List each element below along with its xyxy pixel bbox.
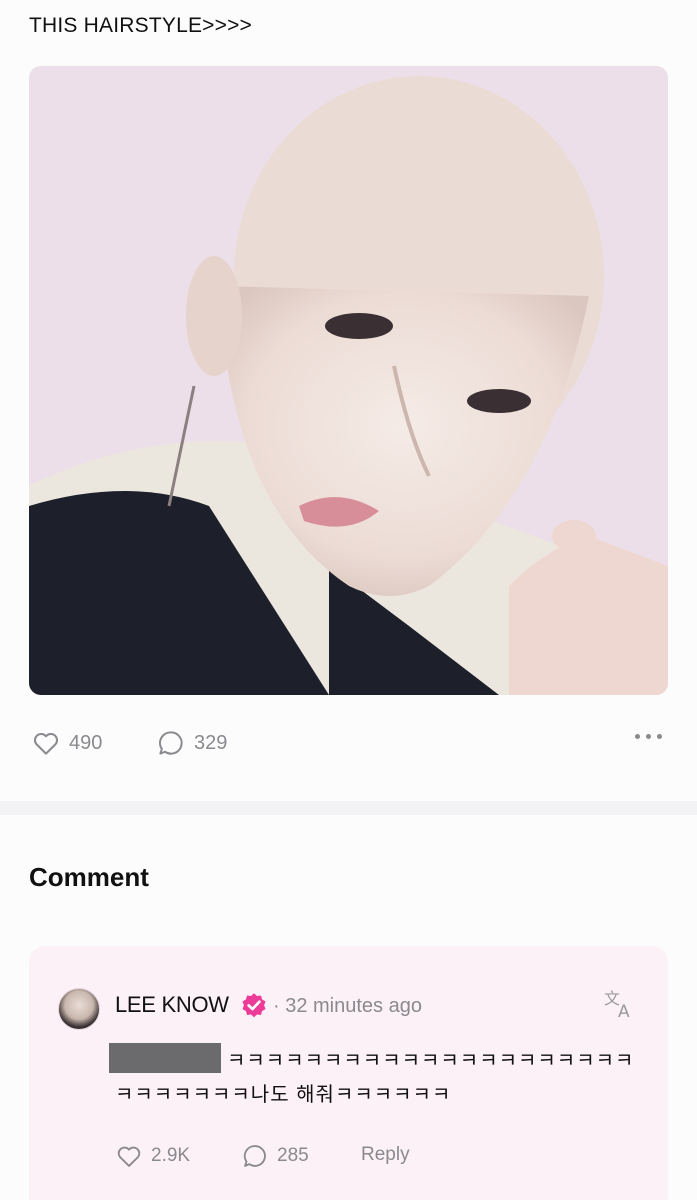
comment-reply-count: 285 [277, 1145, 309, 1166]
section-divider [0, 801, 697, 815]
speech-bubble-icon [159, 731, 183, 755]
post-comment-count: 329 [194, 731, 228, 754]
more-options-icon[interactable] [635, 734, 662, 739]
comment-replies-button[interactable]: 285 [241, 1142, 309, 1170]
post-photo [29, 66, 668, 695]
svg-text:A: A [618, 1002, 630, 1022]
translate-icon[interactable]: 文 A [602, 986, 638, 1022]
redacted-mention [109, 1043, 221, 1073]
reply-button[interactable]: Reply [361, 1144, 410, 1166]
comment-like-button[interactable]: 2.9K [115, 1142, 190, 1170]
comment-text-line-1: ㅋㅋㅋㅋㅋㅋㅋㅋㅋㅋㅋㅋㅋㅋㅋㅋㅋㅋㅋㅋㅋ [227, 1050, 635, 1072]
verified-badge-icon [242, 993, 266, 1018]
avatar[interactable] [58, 988, 100, 1030]
post-like-button[interactable]: 490 [31, 728, 102, 758]
post-image[interactable] [29, 66, 668, 695]
comment-section-title: Comment [29, 862, 149, 892]
speech-bubble-icon [243, 1145, 266, 1167]
comment-actions: 2.9K 285 Reply [115, 1142, 615, 1172]
post-comment-button[interactable]: 329 [156, 728, 227, 758]
heart-icon [33, 732, 59, 755]
comment-text-line-2: ㅋㅋㅋㅋㅋㅋㅋ나도 해줘ㅋㅋㅋㅋㅋㅋ [115, 1084, 452, 1106]
comment-like-count: 2.9K [151, 1145, 191, 1166]
comment-card: LEE KNOW · 32 minutes ago 文 A ㅋㅋㅋㅋㅋㅋㅋㅋㅋㅋ… [29, 946, 668, 1200]
heart-icon [117, 1146, 141, 1167]
comment-author[interactable]: LEE KNOW [115, 992, 229, 1018]
post-like-count: 490 [69, 731, 103, 754]
comment-time: · 32 minutes ago [273, 995, 422, 1017]
post-actions: 490 329 [29, 728, 668, 764]
post-text: THIS HAIRSTYLE>>>> [29, 14, 253, 37]
